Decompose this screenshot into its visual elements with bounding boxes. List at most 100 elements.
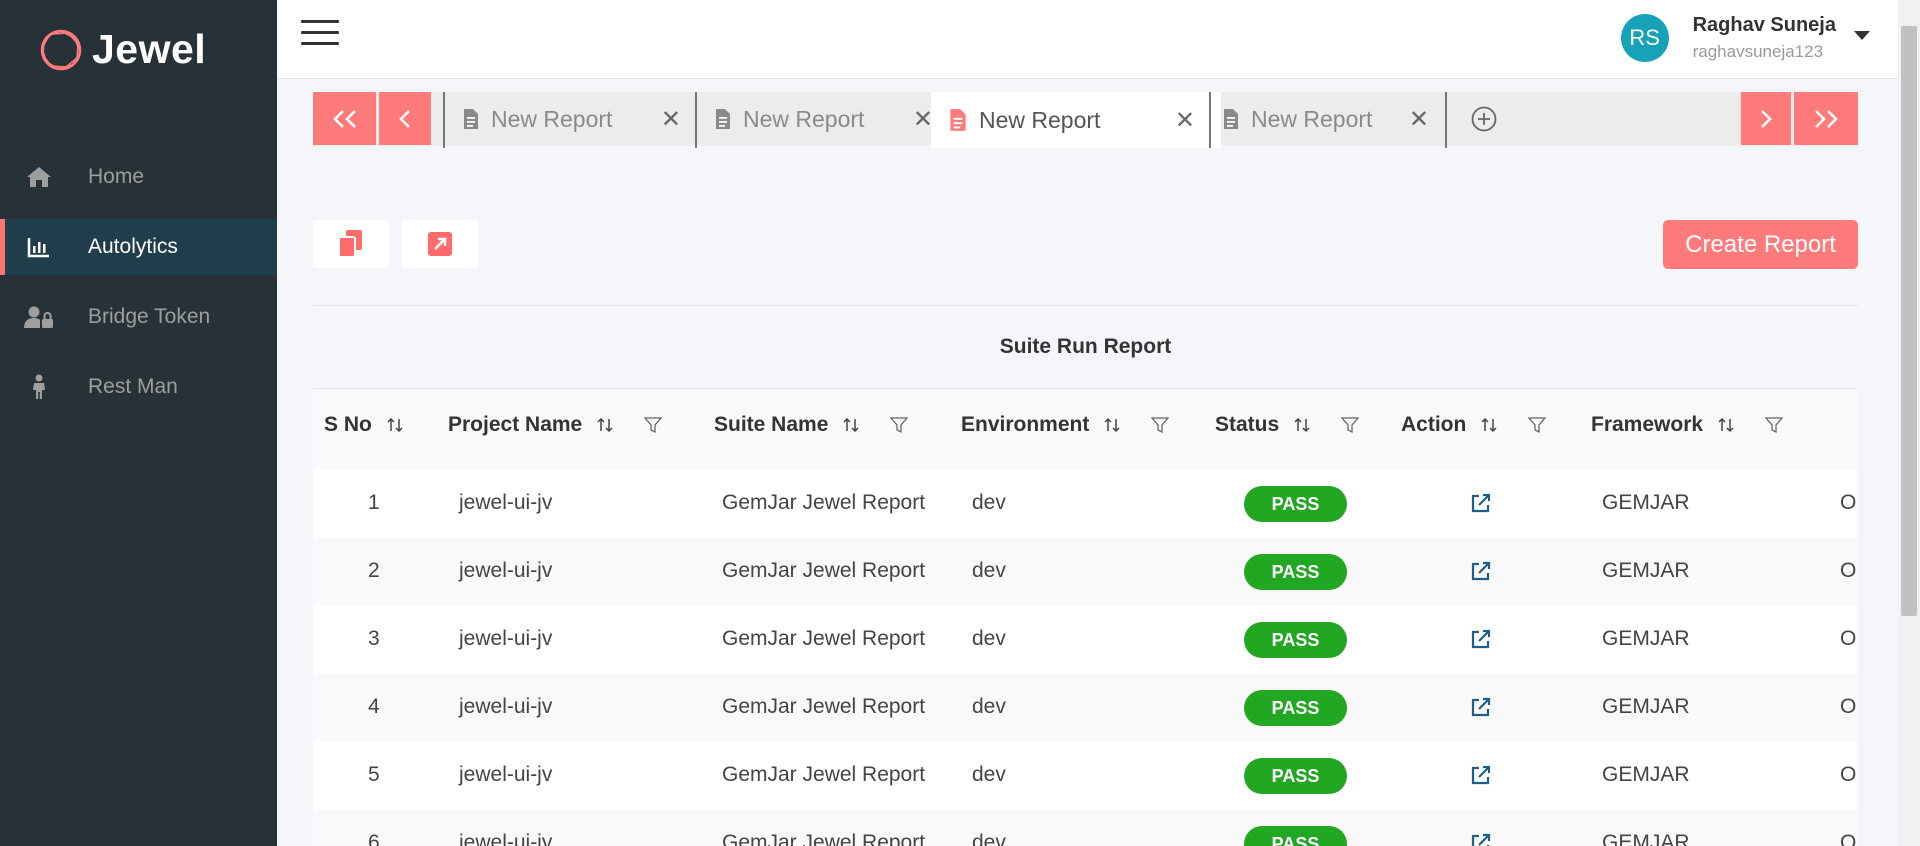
cell-project: jewel-ui-jv: [459, 491, 553, 514]
status-badge: PASS: [1244, 554, 1347, 590]
create-report-button[interactable]: Create Report: [1663, 220, 1858, 269]
tab-label: New Report: [491, 105, 613, 132]
cell-environment: dev: [972, 831, 1006, 846]
close-icon[interactable]: ✕: [661, 105, 681, 134]
column-label: Framework: [1591, 413, 1704, 436]
caret-down-icon[interactable]: [1854, 30, 1870, 40]
last-tab-button[interactable]: [1794, 92, 1858, 145]
bar-chart-icon: [24, 232, 54, 262]
external-link-icon[interactable]: [1470, 832, 1492, 846]
add-tab-icon[interactable]: [1470, 105, 1498, 138]
document-icon: [950, 109, 966, 131]
external-link-icon[interactable]: [1470, 628, 1492, 656]
cell-framework: GEMJAR: [1602, 559, 1690, 582]
external-link-square-icon: [428, 232, 452, 256]
filter-icon[interactable]: [644, 416, 663, 434]
scrollbar-thumb[interactable]: [1901, 26, 1917, 616]
table-row: 1 jewel-ui-jv GemJar Jewel Report dev PA…: [313, 469, 1858, 537]
filter-icon[interactable]: [890, 416, 909, 434]
cell-suite: GemJar Jewel Report: [722, 627, 926, 650]
filter-icon[interactable]: [1151, 416, 1170, 434]
table-header: S No Project Name Suite Name Environment…: [313, 389, 1858, 469]
external-link-icon[interactable]: [1470, 696, 1492, 724]
cell-sno: 6: [368, 831, 380, 846]
sort-icon[interactable]: [842, 416, 860, 434]
tab-report[interactable]: New Report ✕: [445, 92, 695, 146]
column-header-framework: Framework: [1591, 413, 1784, 437]
sort-icon[interactable]: [1717, 416, 1735, 434]
cell-suite: GemJar Jewel Report: [722, 695, 926, 718]
close-icon[interactable]: ✕: [1175, 106, 1195, 135]
document-icon: [464, 109, 478, 129]
column-label: Suite Name: [714, 413, 829, 436]
table-row: 4 jewel-ui-jv GemJar Jewel Report dev PA…: [313, 673, 1858, 741]
avatar: RS: [1620, 14, 1669, 62]
document-icon: [716, 109, 730, 129]
column-label: Status: [1215, 413, 1280, 436]
cell-truncated: O: [1840, 627, 1857, 650]
close-icon[interactable]: ✕: [913, 105, 933, 134]
filter-icon[interactable]: [1528, 416, 1547, 434]
sidebar-item-label: Bridge Token: [88, 305, 211, 328]
cell-sno: 4: [368, 695, 380, 718]
external-link-icon[interactable]: [1470, 764, 1492, 792]
tab-label: New Report: [1251, 105, 1373, 132]
status-badge: PASS: [1244, 486, 1347, 522]
tab-divider: [1445, 92, 1447, 148]
tab-report-active[interactable]: New Report ✕: [931, 92, 1221, 148]
external-link-icon[interactable]: [1470, 492, 1492, 520]
filter-icon[interactable]: [1341, 416, 1360, 434]
column-header-sno: S No: [324, 413, 404, 437]
sort-icon[interactable]: [1103, 416, 1121, 434]
cell-sno: 1: [368, 491, 380, 514]
person-icon: [24, 372, 54, 402]
cell-suite: GemJar Jewel Report: [722, 491, 926, 514]
column-label: S No: [324, 413, 372, 436]
status-badge: PASS: [1244, 758, 1347, 794]
status-badge: PASS: [1244, 826, 1347, 846]
sort-icon[interactable]: [386, 416, 404, 434]
sidebar-item-rest-man[interactable]: Rest Man: [0, 359, 277, 415]
sidebar-item-home[interactable]: Home: [0, 149, 277, 205]
prev-tab-button[interactable]: [379, 92, 431, 145]
cell-environment: dev: [972, 491, 1006, 514]
table-row: 2 jewel-ui-jv GemJar Jewel Report dev PA…: [313, 537, 1858, 605]
copy-button[interactable]: [313, 220, 389, 268]
cell-project: jewel-ui-jv: [459, 559, 553, 582]
cell-environment: dev: [972, 763, 1006, 786]
sidebar-item-autolytics[interactable]: Autolytics: [0, 219, 277, 275]
logo[interactable]: Jewel: [38, 26, 206, 73]
external-link-icon[interactable]: [1470, 560, 1492, 588]
cell-project: jewel-ui-jv: [459, 831, 553, 846]
close-icon[interactable]: ✕: [1409, 105, 1429, 134]
cell-project: jewel-ui-jv: [459, 627, 553, 650]
jewel-logo-icon: [40, 29, 82, 70]
status-badge: PASS: [1244, 622, 1347, 658]
page-scrollbar[interactable]: [1898, 0, 1920, 846]
column-header-status: Status: [1215, 413, 1360, 437]
column-header-environment: Environment: [961, 413, 1170, 437]
cell-truncated: O: [1840, 831, 1857, 846]
top-bar: RS Raghav Suneja raghavsuneja123: [277, 0, 1898, 79]
cell-framework: GEMJAR: [1602, 695, 1690, 718]
user-menu[interactable]: RS Raghav Suneja raghavsuneja123: [1620, 14, 1870, 62]
sidebar-item-label: Rest Man: [88, 375, 178, 398]
column-header-project: Project Name: [448, 413, 663, 437]
sort-icon[interactable]: [1293, 416, 1311, 434]
next-tab-button[interactable]: [1741, 92, 1791, 145]
menu-toggle-icon[interactable]: [301, 20, 339, 50]
column-label: Environment: [961, 413, 1090, 436]
filter-icon[interactable]: [1765, 416, 1784, 434]
copy-icon: [338, 230, 362, 258]
tab-report[interactable]: New Report ✕: [1211, 92, 1451, 146]
tab-report[interactable]: New Report ✕: [697, 92, 937, 146]
open-external-button[interactable]: [402, 220, 478, 268]
cell-framework: GEMJAR: [1602, 491, 1690, 514]
sort-icon[interactable]: [596, 416, 614, 434]
first-tab-button[interactable]: [313, 92, 376, 145]
double-chevron-left-icon: [332, 109, 356, 128]
cell-environment: dev: [972, 627, 1006, 650]
sort-icon[interactable]: [1480, 416, 1498, 434]
sidebar-item-bridge-token[interactable]: Bridge Token: [0, 289, 277, 345]
double-chevron-right-icon: [1815, 109, 1838, 128]
